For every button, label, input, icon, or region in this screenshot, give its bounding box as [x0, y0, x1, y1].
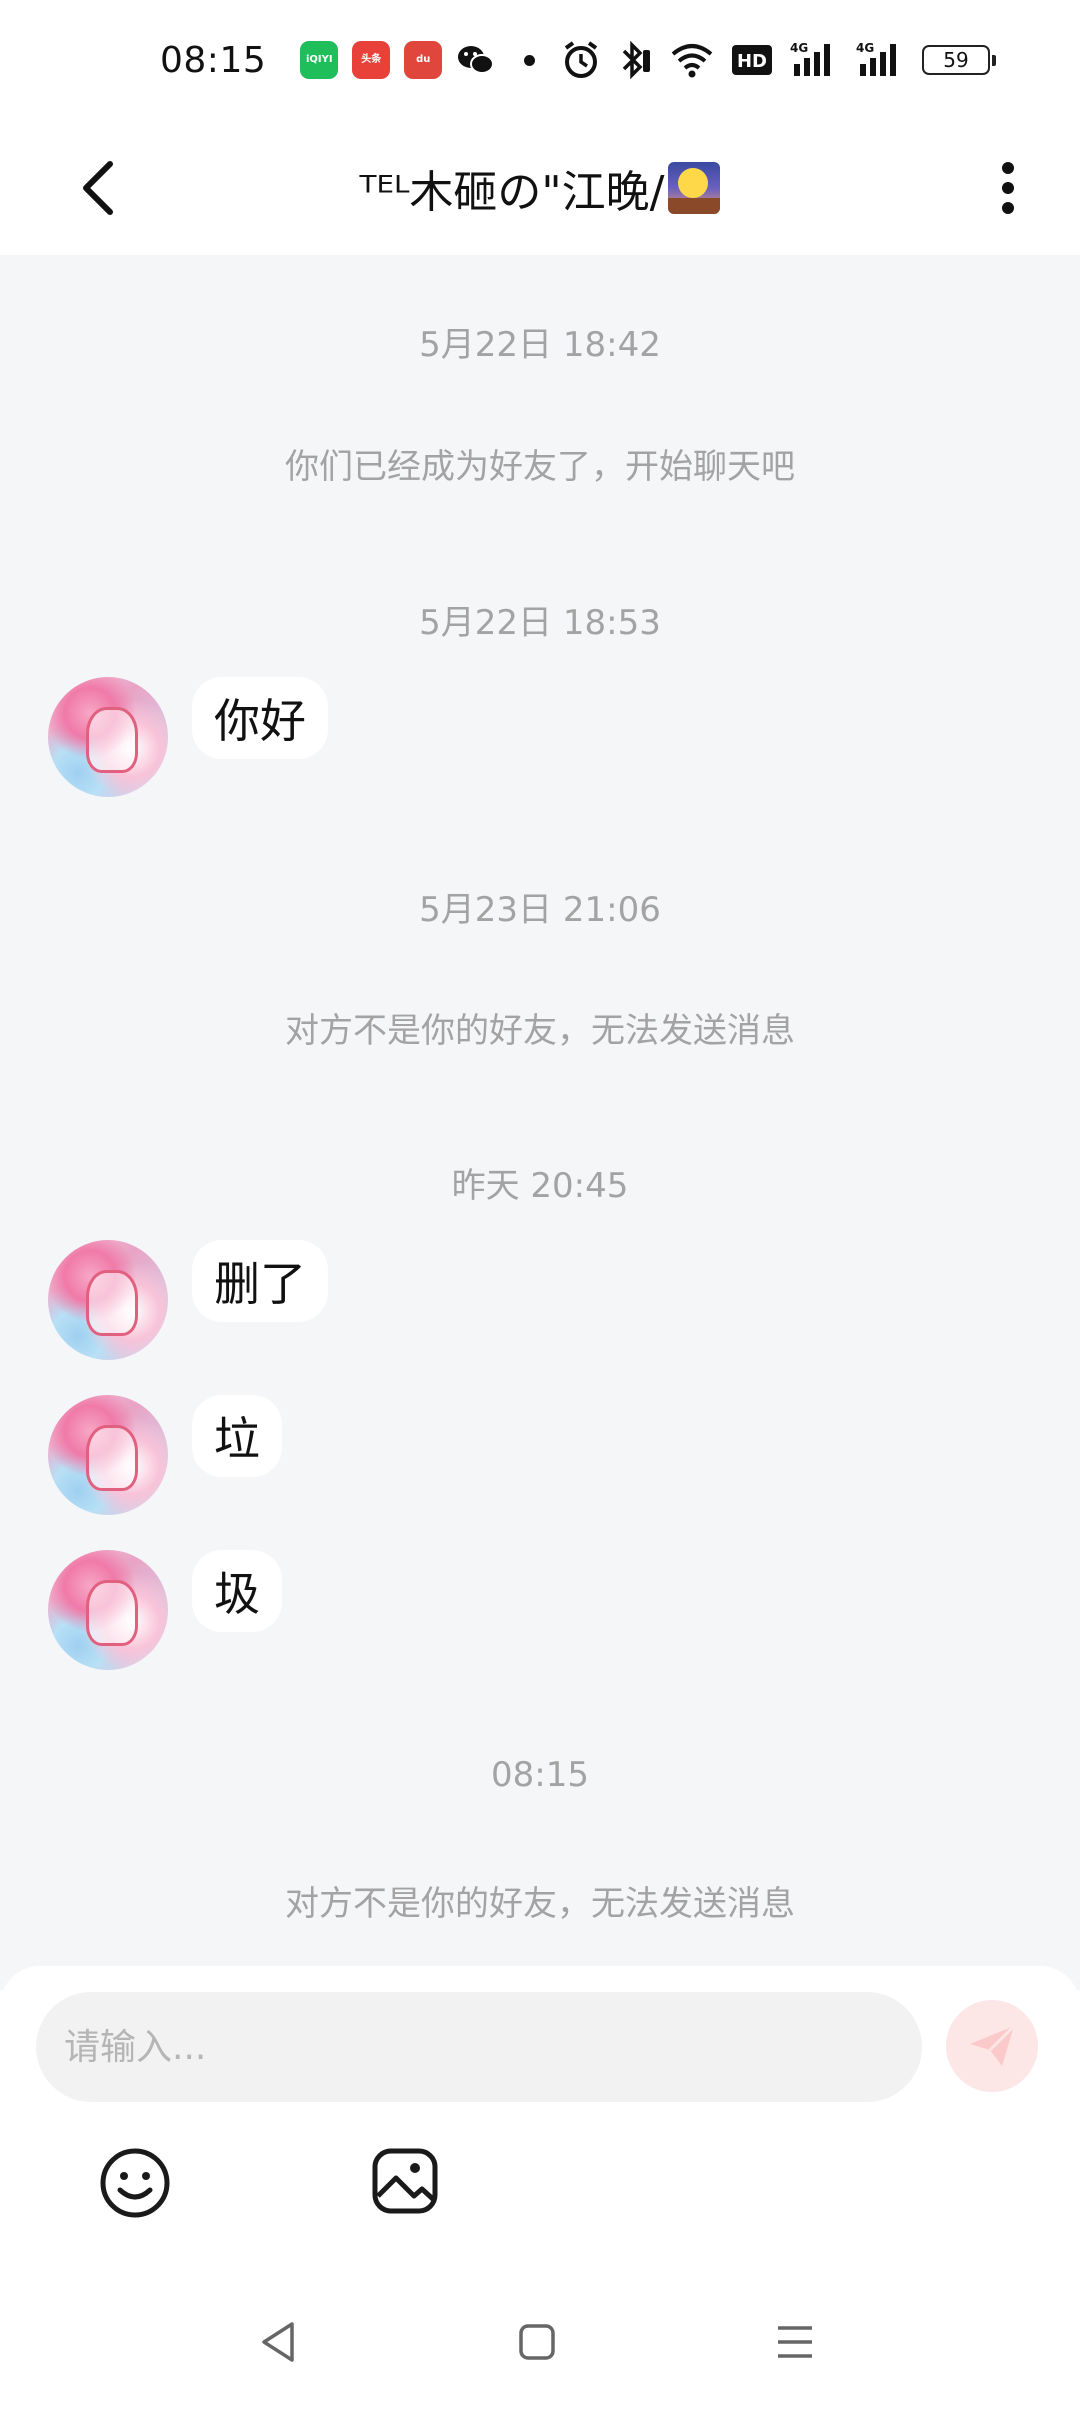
- notification-app-icons: iQIYI 头条 du: [300, 41, 495, 79]
- send-icon: [970, 2024, 1016, 2066]
- system-message: 对方不是你的好友，无法发送消息: [285, 1884, 795, 1924]
- system-message: 你们已经成为好友了，开始聊天吧: [285, 447, 795, 487]
- hd-badge-icon: HD: [732, 40, 772, 80]
- incoming-message: 删了: [48, 1240, 328, 1360]
- moon-night-icon: [668, 161, 721, 214]
- more-notifications-dot: [524, 54, 536, 66]
- back-button[interactable]: [68, 156, 128, 220]
- alarm-icon: [562, 40, 600, 80]
- nav-menu-button[interactable]: [776, 2324, 814, 2360]
- image-button[interactable]: [370, 2146, 440, 2216]
- message-timestamp: 5月22日 18:53: [419, 603, 661, 643]
- incoming-message: 你好: [48, 677, 328, 797]
- wechat-icon: [456, 41, 495, 79]
- contact-avatar[interactable]: [48, 677, 168, 797]
- wifi-icon: [670, 40, 714, 80]
- message-timestamp: 08:15: [491, 1755, 589, 1795]
- chat-header: ᵀᴱᴸ木砸の"江晚/: [0, 120, 1080, 255]
- message-timestamp: 5月23日 21:06: [419, 890, 661, 930]
- status-bar: 08:15 iQIYI 头条 du HD 4G 4G 59: [0, 0, 1080, 120]
- chevron-left-icon: [83, 161, 113, 215]
- status-time: 08:15: [160, 39, 267, 81]
- emoji-button[interactable]: [98, 2146, 172, 2220]
- system-message: 对方不是你的好友，无法发送消息: [285, 1011, 795, 1051]
- contact-avatar[interactable]: [48, 1395, 168, 1515]
- bluetooth-icon: [618, 40, 652, 80]
- nav-back-icon: [262, 2322, 294, 2362]
- nav-home-icon: [519, 2324, 555, 2360]
- nav-back-button[interactable]: [258, 2320, 298, 2364]
- more-options-button[interactable]: [978, 152, 1038, 224]
- message-input[interactable]: [36, 1992, 922, 2102]
- message-bubble[interactable]: 圾: [192, 1550, 282, 1632]
- nav-home-button[interactable]: [518, 2323, 556, 2361]
- svg-text:4G: 4G: [790, 41, 808, 55]
- contact-avatar[interactable]: [48, 1550, 168, 1670]
- svg-text:HD: HD: [737, 51, 767, 72]
- message-list[interactable]: 5月22日 18:42 你们已经成为好友了，开始聊天吧 5月22日 18:53 …: [0, 255, 1080, 1990]
- battery-indicator: 59: [922, 45, 996, 75]
- svg-text:4G: 4G: [856, 41, 874, 55]
- chat-screen: 08:15 iQIYI 头条 du HD 4G 4G 59 ᵀᴱᴸ木砸の"江晚/…: [0, 0, 1080, 2412]
- more-vertical-icon: [1002, 162, 1014, 214]
- nav-menu-icon: [778, 2326, 812, 2358]
- iqiyi-icon: iQIYI: [300, 41, 339, 79]
- message-bubble[interactable]: 你好: [192, 677, 328, 759]
- incoming-message: 圾: [48, 1550, 282, 1670]
- message-bubble[interactable]: 删了: [192, 1240, 328, 1322]
- contact-avatar[interactable]: [48, 1240, 168, 1360]
- baidu-icon: du: [404, 41, 443, 79]
- signal-4g-2-icon: 4G: [856, 40, 904, 80]
- signal-4g-1-icon: 4G: [790, 40, 838, 80]
- send-button[interactable]: [946, 2000, 1038, 2092]
- message-timestamp: 昨天 20:45: [451, 1166, 629, 1206]
- message-timestamp: 5月22日 18:42: [419, 325, 661, 365]
- toutiao-icon: 头条: [352, 41, 391, 79]
- image-icon: [372, 2148, 438, 2214]
- emoji-icon: [100, 2148, 170, 2218]
- status-right-group: HD 4G 4G 59: [562, 40, 996, 80]
- message-bubble[interactable]: 垃: [192, 1395, 282, 1477]
- chat-title-text: ᵀᴱᴸ木砸の"江晚/: [359, 166, 665, 218]
- incoming-message: 垃: [48, 1395, 282, 1515]
- chat-title: ᵀᴱᴸ木砸の"江晚/: [360, 156, 721, 220]
